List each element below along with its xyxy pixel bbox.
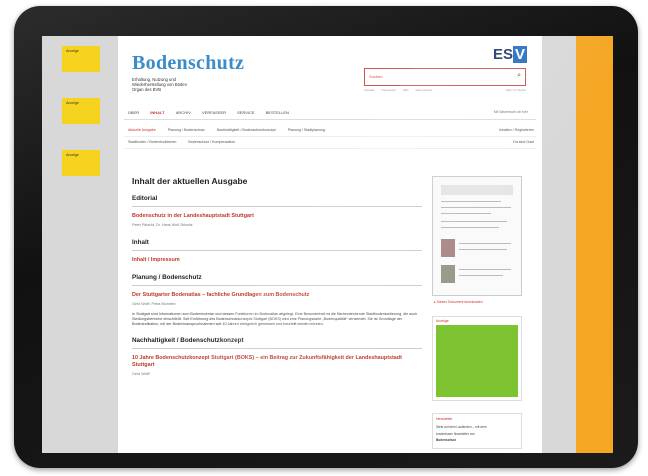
subnav-right-link[interactable]: Da sind Gast <box>513 137 534 148</box>
article-link[interactable]: 10 Jahre Bodenschutzkonzept Stuttgart (B… <box>132 355 422 369</box>
subnav-item[interactable]: Bodenschutz / Kompensation <box>188 140 235 144</box>
subnav-item[interactable]: Aktuelle Ausgabe <box>128 128 156 132</box>
utility-links: Kontakt Impressum Hilfe Datenschutz Hilf… <box>364 88 526 92</box>
ad-banner-2[interactable]: Anzeige <box>62 98 100 124</box>
download-link[interactable]: ▸ Dieses Dokument downloaden <box>434 300 524 304</box>
newsletter-link[interactable]: Bodenschutz <box>433 437 521 444</box>
utility-link[interactable]: Impressum <box>381 88 396 92</box>
sub-nav: Aktuelle Ausgabe Planung / Bodenschutz N… <box>124 125 536 149</box>
nav-item-bestellen[interactable]: BESTELLEN <box>266 110 289 115</box>
cover-line <box>459 243 511 244</box>
article-link[interactable]: Der Stuttgarter Bodenatlas – fachliche G… <box>132 292 422 299</box>
ad-skyscraper[interactable] <box>576 36 613 453</box>
nav-item-archiv[interactable]: ARCHIV <box>176 110 191 115</box>
cover-portrait <box>441 239 455 257</box>
article-authors: Gerd Wolff <box>132 372 150 376</box>
cover-line <box>441 213 491 214</box>
ad-label: Anzeige <box>66 153 79 157</box>
cover-line <box>459 269 511 270</box>
cover-portrait <box>441 265 455 283</box>
main-nav: ÜBER INHALT ARCHIV VERFASSER SERVICE BES… <box>124 110 536 120</box>
esv-logo[interactable]: ES V <box>493 46 528 63</box>
ad-banner-3[interactable]: Anzeige <box>62 150 100 176</box>
subnav-item[interactable]: Nachhaltigkeit / Bodenschutzkonzept <box>217 128 276 132</box>
article-link[interactable]: Inhalt / Impressum <box>132 257 422 264</box>
journal-page: Bodenschutz Erhaltung, Nutzung und Wiede… <box>118 36 542 453</box>
section-title: Nachhaltigkeit / Bodenschutzkonzept <box>132 337 422 349</box>
site-title[interactable]: Bodenschutz <box>132 52 244 75</box>
subnav-right-link[interactable]: Inhalten / Registrieren <box>499 125 534 136</box>
article-authors: Gerd Wolff, Petra Blumlein <box>132 302 176 306</box>
nav-item-verfasser[interactable]: VERFASSER <box>202 110 226 115</box>
nav-right-link[interactable]: Mit Warenkorb ab hier <box>494 110 528 114</box>
subnav-item[interactable]: Stadtboden / Bodenfunktionen <box>128 140 176 144</box>
search-input[interactable]: Suchen ⌕ <box>364 68 526 86</box>
utility-link-search-help[interactable]: Hilfe zur Suche <box>506 88 526 92</box>
subtitle-line: Organ des BVB <box>132 87 162 92</box>
page-title: Inhalt der aktuellen Ausgabe <box>132 176 248 186</box>
search-icon[interactable]: ⌕ <box>517 72 521 80</box>
article-link[interactable]: Bodenschutz in der Landeshauptstadt Stut… <box>132 213 422 220</box>
logo-mark: V <box>513 46 528 63</box>
newsletter-brand: Bodenschutz <box>436 438 457 442</box>
utility-link[interactable]: Datenschutz <box>416 88 433 92</box>
cover-line <box>441 201 501 202</box>
issue-cover-thumbnail[interactable] <box>432 176 522 296</box>
subnav-row: Aktuelle Ausgabe Planung / Bodenschutz N… <box>124 125 536 137</box>
main-content: Inhalt der aktuellen Ausgabe Editorial B… <box>132 176 422 388</box>
site-subtitle: Erhaltung, Nutzung und Wiederherstellung… <box>132 77 252 92</box>
section-title: Planung / Bodenschutz <box>132 274 422 286</box>
sidebar-ad[interactable]: Anzeige <box>432 316 522 401</box>
browser-screen: Anzeige Anzeige Anzeige Bodenschutz Erha… <box>42 36 613 453</box>
cover-line <box>441 207 511 208</box>
ad-label: Anzeige <box>66 101 79 105</box>
ad-label: Anzeige <box>436 319 449 323</box>
cover-line <box>441 221 507 222</box>
cover-line <box>459 275 503 276</box>
subnav-item[interactable]: Planung / Bodenschutz <box>168 128 205 132</box>
search-placeholder: Suchen <box>369 74 383 79</box>
sidebar: ▸ Dieses Dokument downloaden Anzeige New… <box>428 176 524 449</box>
logo-text: ES <box>493 46 514 63</box>
nav-item-service[interactable]: SERVICE <box>237 110 255 115</box>
section-title: Editorial <box>132 195 422 207</box>
subnav-row: Stadtboden / Bodenfunktionen Bodenschutz… <box>124 137 536 149</box>
newsletter-box: Newsletter Stets auf dem Laufenden – mit… <box>432 413 522 449</box>
cover-line <box>441 227 499 228</box>
subnav-item[interactable]: Planung / Stadtplanung <box>288 128 325 132</box>
nav-item-ueber[interactable]: ÜBER <box>128 110 139 115</box>
utility-link[interactable]: Hilfe <box>403 88 409 92</box>
section-title: Inhalt <box>132 239 422 251</box>
cover-line <box>459 249 507 250</box>
nav-item-inhalt[interactable]: INHALT <box>150 110 164 115</box>
article-abstract: In Stuttgart sind Informationen zum Bode… <box>132 312 418 326</box>
cover-header <box>441 185 513 195</box>
ad-label: Anzeige <box>66 49 79 53</box>
article-authors: Peter Pätzold, Dr. Hans-Wolf Zirkwitz <box>132 223 193 227</box>
utility-link[interactable]: Kontakt <box>364 88 374 92</box>
ad-banner-1[interactable]: Anzeige <box>62 46 100 72</box>
newsletter-title: Newsletter <box>436 417 453 421</box>
ad-green-banner <box>436 325 518 397</box>
